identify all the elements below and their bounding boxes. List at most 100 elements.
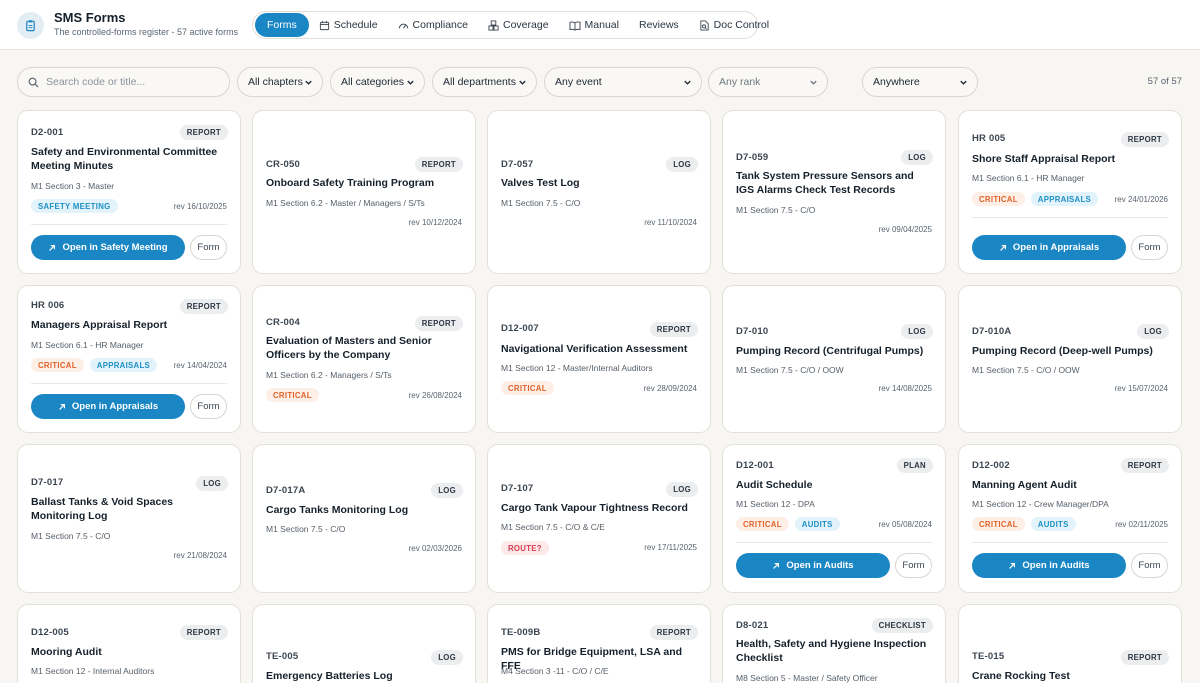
form-type-badge: REPORT bbox=[649, 322, 698, 337]
chevron-down-icon bbox=[407, 80, 414, 85]
tab-coverage[interactable]: Coverage bbox=[478, 13, 559, 37]
revision-date: rev 24/01/2026 bbox=[1114, 195, 1168, 204]
open-in-audits-button[interactable]: Open in Audits bbox=[736, 553, 890, 578]
form-card: HR 006 REPORT Managers Appraisal Report … bbox=[17, 285, 241, 433]
form-code: D12-007 bbox=[501, 323, 539, 334]
tab-compliance[interactable]: Compliance bbox=[388, 13, 478, 37]
form-meta: M1 Section 6.1 - HR Manager bbox=[31, 340, 144, 350]
form-title: Health, Safety and Hygiene Inspection Ch… bbox=[736, 638, 927, 664]
form-button[interactable]: Form bbox=[1131, 235, 1168, 260]
search-input[interactable] bbox=[46, 76, 216, 88]
form-title: Cargo Tanks Monitoring Log bbox=[266, 504, 409, 516]
tag-list: CRITICAL APPRAISALS bbox=[31, 358, 158, 372]
form-meta: M1 Section 7.5 - C/O / OOW bbox=[736, 365, 844, 375]
rank-select[interactable]: Any rank bbox=[708, 67, 828, 97]
arrow-up-right-icon bbox=[773, 562, 780, 569]
form-meta: M1 Section 7.5 - C/O bbox=[736, 205, 816, 215]
form-type-badge: REPORT bbox=[179, 125, 228, 140]
form-meta: M4 Section 3 -11 - C/O / C/E bbox=[501, 666, 609, 676]
form-title: Tank System Pressure Sensors and IGS Ala… bbox=[736, 170, 914, 196]
revision-date: rev 09/04/2025 bbox=[878, 225, 932, 234]
form-button[interactable]: Form bbox=[190, 235, 227, 260]
form-meta: M1 Section 6.2 - Managers / S/Ts bbox=[266, 370, 392, 380]
form-type-badge: LOG bbox=[666, 157, 698, 172]
form-card: CR-004 REPORT Evaluation of Masters and … bbox=[252, 285, 476, 433]
open-in-appraisals-button[interactable]: Open in Appraisals bbox=[972, 235, 1126, 260]
revision-date: rev 10/12/2024 bbox=[408, 218, 462, 227]
chapter-select-value: All chapters bbox=[248, 76, 303, 88]
form-code: D12-002 bbox=[972, 460, 1010, 471]
form-code: D7-010 bbox=[736, 326, 769, 337]
form-type-badge: LOG bbox=[901, 324, 933, 339]
rank-select-value: Any rank bbox=[719, 76, 761, 88]
revision-date: rev 11/10/2024 bbox=[644, 218, 697, 227]
arrow-up-right-icon bbox=[59, 403, 65, 410]
tag-list: CRITICAL bbox=[501, 381, 554, 395]
critical-tag: CRITICAL bbox=[972, 517, 1025, 531]
category-select[interactable]: All categories bbox=[330, 67, 425, 97]
form-card: D7-107 LOG Cargo Tank Vapour Tightness R… bbox=[487, 444, 711, 593]
form-card: D2-001 REPORT Safety and Environmental C… bbox=[17, 110, 241, 274]
app-title: SMS Forms bbox=[54, 10, 126, 25]
form-title: Evaluation of Masters and Senior Officer… bbox=[266, 335, 432, 361]
form-button[interactable]: Form bbox=[1131, 553, 1168, 578]
revision-date: rev 02/03/2026 bbox=[408, 544, 462, 553]
card-divider bbox=[972, 542, 1168, 543]
form-meta: M1 Section 6.1 - HR Manager bbox=[972, 173, 1085, 183]
form-card: D7-010 LOG Pumping Record (Centrifugal P… bbox=[722, 285, 946, 433]
form-code: D12-005 bbox=[31, 627, 69, 638]
open-button-label: Open in Appraisals bbox=[1012, 242, 1100, 253]
tab-manual-label: Manual bbox=[584, 19, 619, 31]
revision-date: rev 15/07/2024 bbox=[1114, 384, 1168, 393]
form-card: D8-021 CHECKLIST Health, Safety and Hygi… bbox=[722, 604, 946, 683]
tab-coverage-label: Coverage bbox=[503, 19, 549, 31]
form-type-badge: REPORT bbox=[1120, 458, 1169, 473]
form-card: TE-015 REPORT Crane Rocking Test bbox=[958, 604, 1182, 683]
form-button[interactable]: Form bbox=[895, 553, 932, 578]
form-meta: M1 Section 7.5 - C/O bbox=[501, 198, 581, 208]
form-type-badge: LOG bbox=[901, 150, 933, 165]
form-type-badge: LOG bbox=[1137, 324, 1169, 339]
tab-compliance-label: Compliance bbox=[412, 19, 468, 31]
tab-manual[interactable]: Manual bbox=[559, 13, 629, 37]
result-count: 57 of 57 bbox=[1147, 76, 1182, 87]
critical-tag: CRITICAL bbox=[31, 358, 84, 372]
form-meta: M1 Section 6.2 - Master / Managers / S/T… bbox=[266, 198, 425, 208]
chapter-select[interactable]: All chapters bbox=[237, 67, 323, 97]
tab-doc-control[interactable]: Doc Control bbox=[689, 13, 779, 37]
form-title: Valves Test Log bbox=[501, 177, 580, 189]
main-nav: Forms Schedule Compliance Coverage Manua… bbox=[252, 11, 769, 39]
chevron-down-icon bbox=[810, 80, 817, 85]
tag-list: CRITICAL bbox=[266, 388, 319, 402]
revision-date: rev 14/04/2024 bbox=[173, 361, 227, 370]
tab-forms[interactable]: Forms bbox=[255, 13, 309, 37]
form-title: Audit Schedule bbox=[736, 479, 813, 491]
form-card: D7-017A LOG Cargo Tanks Monitoring Log M… bbox=[252, 444, 476, 593]
form-meta: M8 Section 5 - Master / Safety Officer bbox=[736, 673, 878, 683]
calendar-icon bbox=[319, 20, 329, 30]
form-title: Pumping Record (Centrifugal Pumps) bbox=[736, 345, 924, 357]
revision-date: rev 14/08/2025 bbox=[878, 384, 932, 393]
form-card: D7-017 LOG Ballast Tanks & Void Spaces M… bbox=[17, 444, 241, 593]
revision-date: rev 16/10/2025 bbox=[173, 202, 227, 211]
form-type-badge: LOG bbox=[196, 476, 228, 491]
department-select[interactable]: All departments bbox=[432, 67, 537, 97]
form-title: Safety and Environmental Committee Meeti… bbox=[31, 146, 218, 172]
form-meta: M1 Section 7.5 - C/O / OOW bbox=[972, 365, 1080, 375]
form-type-badge: REPORT bbox=[649, 625, 698, 640]
location-select[interactable]: Anywhere bbox=[862, 67, 978, 97]
tab-reviews[interactable]: Reviews bbox=[629, 13, 689, 37]
event-select[interactable]: Any event bbox=[544, 67, 702, 97]
form-button[interactable]: Form bbox=[190, 394, 227, 419]
card-divider bbox=[736, 542, 932, 543]
open-in-audits-button[interactable]: Open in Audits bbox=[972, 553, 1126, 578]
tab-schedule[interactable]: Schedule bbox=[309, 13, 388, 37]
form-meta: M1 Section 12 - Internal Auditors bbox=[31, 666, 155, 676]
form-code: D7-057 bbox=[501, 159, 534, 170]
open-in-safety-meeting-button[interactable]: Open in Safety Meeting bbox=[31, 235, 185, 260]
form-type-badge: REPORT bbox=[179, 299, 228, 314]
category-tag: APPRAISALS bbox=[1030, 192, 1099, 206]
form-title: Mooring Audit bbox=[31, 646, 102, 658]
open-in-appraisals-button[interactable]: Open in Appraisals bbox=[31, 394, 185, 419]
form-code: D7-017A bbox=[266, 485, 306, 496]
